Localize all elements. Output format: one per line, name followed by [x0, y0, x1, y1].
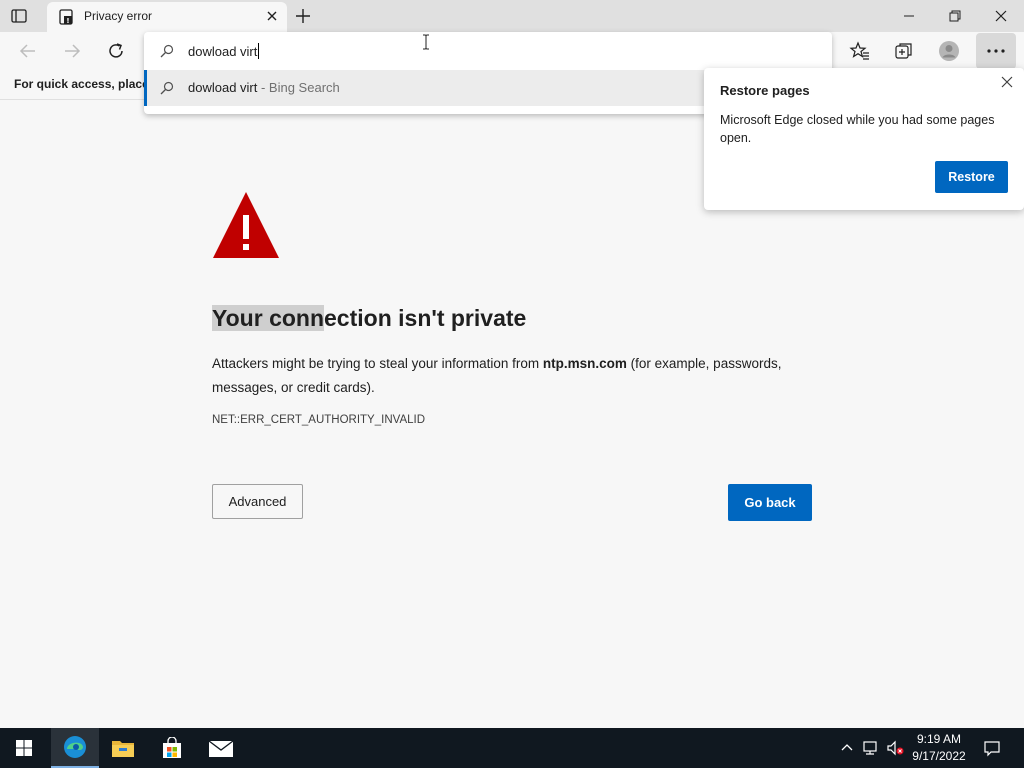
error-description: Attackers might be trying to steal your …: [212, 352, 822, 400]
store-icon[interactable]: [148, 728, 196, 768]
advanced-button[interactable]: Advanced: [212, 484, 303, 519]
search-icon: [160, 81, 174, 95]
suggestion-source: - Bing Search: [257, 80, 340, 95]
suggestion-query: dowload virt: [188, 80, 258, 95]
favorites-bar-message: For quick access, place your favorites h…: [14, 77, 146, 91]
close-window-button[interactable]: [978, 0, 1024, 32]
close-icon[interactable]: [1000, 75, 1014, 89]
tab-title: Privacy error: [84, 9, 153, 23]
start-button[interactable]: [0, 728, 48, 768]
clock-date: 9/17/2022: [912, 749, 966, 763]
text-caret: [258, 43, 260, 59]
edge-taskbar-icon[interactable]: [51, 728, 99, 768]
search-icon: [160, 44, 174, 58]
restore-popup-title: Restore pages: [720, 83, 810, 98]
new-tab-icon[interactable]: [294, 7, 312, 25]
profile-avatar-icon[interactable]: [938, 40, 960, 62]
file-explorer-icon[interactable]: [99, 728, 147, 768]
back-icon[interactable]: [17, 40, 39, 62]
tab-privacy-error[interactable]: ! Privacy error: [47, 2, 287, 32]
taskbar: 9:19 AM 9/17/2022: [0, 728, 1024, 768]
address-input-value: dowload virt: [188, 44, 258, 59]
address-input[interactable]: dowload virt: [144, 32, 832, 70]
svg-text:!: !: [66, 17, 69, 25]
restore-pages-popup: Restore pages Microsoft Edge closed whil…: [704, 68, 1024, 210]
restore-window-button[interactable]: [932, 0, 978, 32]
go-back-button[interactable]: Go back: [728, 484, 812, 521]
restore-button[interactable]: Restore: [935, 161, 1008, 193]
taskbar-clock[interactable]: 9:19 AM 9/17/2022: [908, 731, 970, 765]
notifications-icon[interactable]: [983, 739, 1001, 757]
tab-actions-icon[interactable]: [10, 7, 28, 25]
restore-popup-message: Microsoft Edge closed while you had some…: [720, 113, 995, 145]
minimize-button[interactable]: [886, 0, 932, 32]
description-text: Attackers might be trying to steal your …: [212, 356, 543, 371]
tab-close-icon[interactable]: [265, 9, 279, 23]
network-icon[interactable]: [862, 739, 880, 757]
mail-icon[interactable]: [197, 728, 245, 768]
refresh-icon[interactable]: [105, 40, 127, 62]
clock-time: 9:19 AM: [916, 732, 962, 746]
selected-heading-text: Your conn: [212, 305, 325, 331]
volume-muted-icon[interactable]: [886, 739, 904, 757]
error-code: NET::ERR_CERT_AUTHORITY_INVALID: [212, 414, 426, 426]
text-cursor-icon: [421, 34, 431, 50]
domain-name: ntp.msn.com: [542, 356, 627, 371]
forward-icon[interactable]: [61, 40, 83, 62]
show-hidden-icons-chevron-icon[interactable]: [838, 739, 856, 757]
collections-icon[interactable]: [893, 40, 915, 62]
warning-triangle-icon: [212, 191, 280, 259]
favorites-star-icon[interactable]: [849, 40, 871, 62]
heading-text: ection isn't private: [324, 305, 527, 331]
tab-strip: ! Privacy error: [0, 0, 1024, 32]
page-title: Your connection isn't private: [212, 305, 526, 332]
warning-page-icon: !: [57, 8, 75, 26]
settings-more-button[interactable]: [976, 33, 1016, 69]
